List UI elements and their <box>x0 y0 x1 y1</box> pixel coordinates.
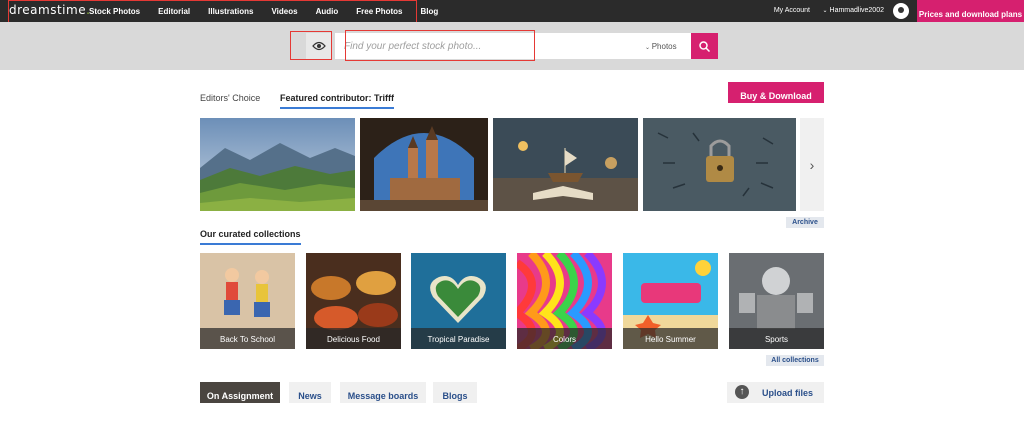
all-collections-link[interactable]: All collections <box>766 355 824 366</box>
mountains-image <box>200 118 355 211</box>
nav-audio[interactable]: Audio <box>307 0 348 22</box>
search-input[interactable] <box>335 33 645 59</box>
collection-label: Colors <box>517 328 612 349</box>
collection-sports[interactable]: Sports <box>729 253 824 349</box>
lock-keys-image <box>643 118 796 211</box>
tab-featured-contributor[interactable]: Featured contributor: Trifff <box>280 93 394 109</box>
collection-delicious-food[interactable]: Delicious Food <box>306 253 401 349</box>
nav-blog[interactable]: Blog <box>411 0 447 22</box>
nav-free-photos[interactable]: Free Photos <box>347 0 411 22</box>
nav-editorial[interactable]: Editorial <box>149 0 199 22</box>
username-label: Hammadlive2002 <box>829 7 884 14</box>
archive-link[interactable]: Archive <box>786 217 824 228</box>
user-menu[interactable]: ⌄ Hammadlive2002 <box>822 7 884 14</box>
nav-videos[interactable]: Videos <box>262 0 306 22</box>
search-type-label: Photos <box>651 42 677 51</box>
upload-files-label: Upload files <box>762 388 814 398</box>
collection-label: Delicious Food <box>306 328 401 349</box>
collection-label: Back To School <box>200 328 295 349</box>
collection-label: Sports <box>729 328 824 349</box>
message-boards-button[interactable]: Message boards <box>340 382 426 403</box>
collection-colors[interactable]: Colors <box>517 253 612 349</box>
collections-heading: Our curated collections <box>200 229 301 245</box>
eye-toggle-button[interactable] <box>306 33 332 59</box>
featured-photo-lock-keys[interactable] <box>643 118 796 211</box>
dreamstime-logo[interactable]: dreamstime. <box>9 3 90 17</box>
top-nav-bar: dreamstime. Stock Photos Editorial Illus… <box>0 0 1024 22</box>
search-type-select[interactable]: ⌄ Photos <box>645 33 691 59</box>
collection-label: Tropical Paradise <box>411 328 506 349</box>
search-icon <box>699 40 710 52</box>
collection-label: Hello Summer <box>623 328 718 349</box>
main-nav: Stock Photos Editorial Illustrations Vid… <box>80 0 447 22</box>
my-account-link[interactable]: My Account <box>774 7 810 14</box>
collection-tropical-paradise[interactable]: Tropical Paradise <box>411 253 506 349</box>
collection-hello-summer[interactable]: Hello Summer <box>623 253 718 349</box>
buy-download-button[interactable]: Buy & Download <box>728 82 824 103</box>
featured-photo-ship-book[interactable] <box>493 118 638 211</box>
featured-photo-mountains[interactable] <box>200 118 355 211</box>
on-assignment-button[interactable]: On Assignment <box>200 382 280 403</box>
news-button[interactable]: News <box>289 382 331 403</box>
chevron-down-icon: ⌄ <box>645 45 652 51</box>
church-image <box>360 118 488 211</box>
carousel-next-button[interactable]: › <box>800 118 824 211</box>
chevron-right-icon: › <box>809 156 815 173</box>
logo-text: dreamstime <box>9 3 87 17</box>
tab-editors-choice[interactable]: Editors' Choice <box>200 93 260 103</box>
arrow-up-icon: ↑ <box>735 385 749 399</box>
collection-back-to-school[interactable]: Back To School <box>200 253 295 349</box>
eye-icon <box>312 41 326 51</box>
avatar[interactable] <box>893 3 909 19</box>
nav-stock-photos[interactable]: Stock Photos <box>80 0 149 22</box>
featured-photo-church[interactable] <box>360 118 488 211</box>
upload-files-button[interactable]: ↑ Upload files <box>727 382 824 403</box>
pricing-button[interactable]: Prices and download plans <box>917 0 1024 22</box>
chevron-down-icon: ⌄ <box>822 8 828 14</box>
blogs-button[interactable]: Blogs <box>433 382 477 403</box>
ship-book-image <box>493 118 638 211</box>
nav-illustrations[interactable]: Illustrations <box>199 0 262 22</box>
search-button[interactable] <box>691 33 718 59</box>
